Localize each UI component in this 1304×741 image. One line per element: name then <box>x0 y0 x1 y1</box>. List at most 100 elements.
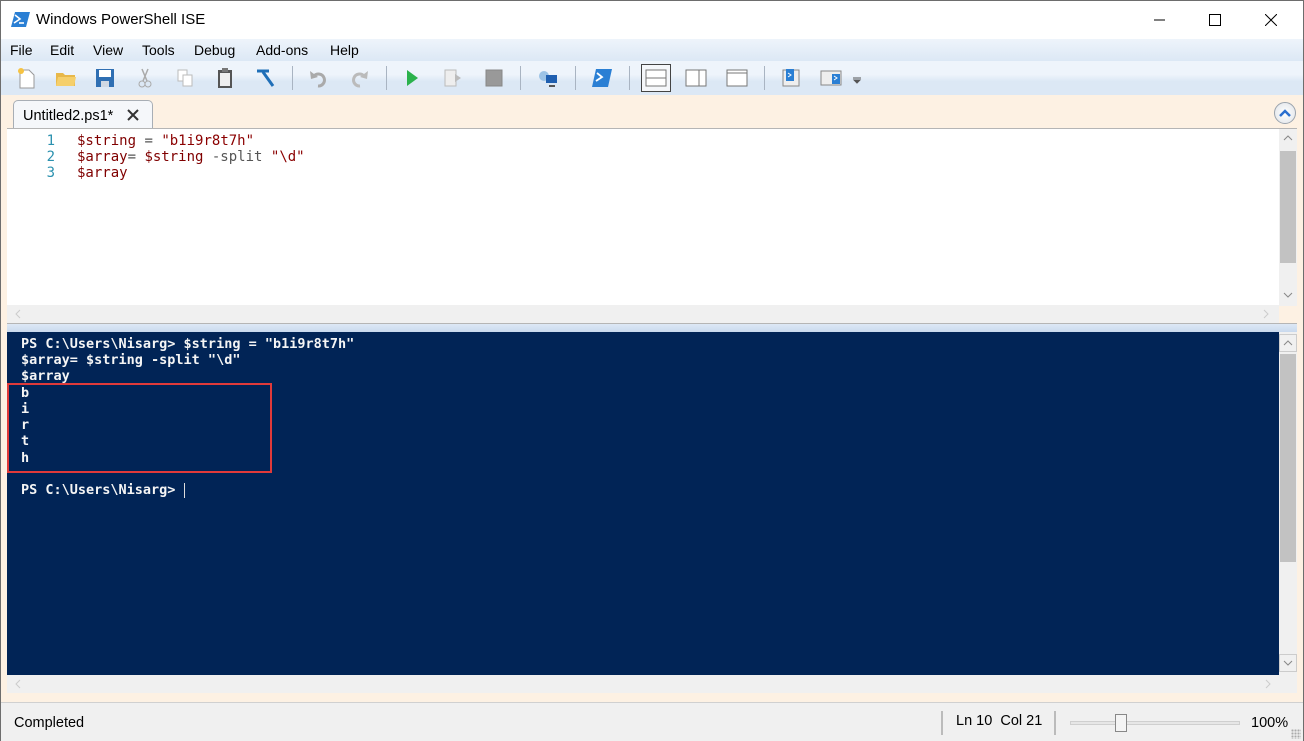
toolbar-separator <box>520 66 521 90</box>
output-highlight-box <box>7 383 272 473</box>
show-script-pane-right-button[interactable] <box>683 65 709 91</box>
close-icon <box>1265 14 1277 26</box>
run-selection-button[interactable] <box>440 65 466 91</box>
new-remote-powershell-tab-button[interactable] <box>535 65 561 91</box>
script-pane-icon <box>782 69 800 87</box>
menu-help[interactable]: Help <box>330 42 359 58</box>
scissors-icon <box>138 68 152 88</box>
resize-grip[interactable] <box>1291 729 1301 739</box>
redo-icon <box>352 71 368 88</box>
copy-button[interactable] <box>172 65 198 91</box>
editor-horizontal-scrollbar[interactable] <box>7 305 1279 323</box>
line-number: 3 <box>46 165 55 181</box>
overflow-chevron-icon <box>852 77 862 84</box>
collapse-script-pane-button[interactable] <box>1274 102 1296 124</box>
close-button[interactable] <box>1248 1 1294 39</box>
tab-close-button[interactable] <box>125 107 141 123</box>
scroll-down-arrow[interactable] <box>1279 286 1297 304</box>
start-powershell-button[interactable] <box>589 65 615 91</box>
zoom-slider[interactable] <box>1070 714 1240 732</box>
console-line: $array <box>21 368 70 384</box>
menu-view[interactable]: View <box>93 42 123 58</box>
scroll-down-arrow[interactable] <box>1279 654 1297 672</box>
layout-top-icon <box>645 69 667 87</box>
redo-button[interactable] <box>346 65 372 91</box>
remote-computer-icon <box>539 71 557 87</box>
chevron-down-icon <box>1283 660 1293 666</box>
stop-button[interactable] <box>481 65 507 91</box>
new-script-button[interactable] <box>13 65 39 91</box>
scroll-thumb[interactable] <box>1280 151 1296 263</box>
console-line: PS C:\Users\Nisarg> $string = "b1i9r8t7h… <box>21 336 355 352</box>
toolbar-separator <box>764 66 765 90</box>
status-separator <box>1054 711 1056 735</box>
line-number: 1 <box>46 133 55 149</box>
close-icon <box>127 109 139 121</box>
toolbar-separator <box>629 66 630 90</box>
save-icon <box>96 69 114 87</box>
title-bar: Windows PowerShell ISE <box>1 1 1303 39</box>
console-prompt: PS C:\Users\Nisarg> <box>21 482 184 498</box>
status-separator <box>941 711 943 735</box>
stop-icon <box>485 69 503 87</box>
code-line: $string = "b1i9r8t7h" <box>77 133 254 149</box>
run-script-button[interactable] <box>399 65 425 91</box>
menu-file[interactable]: File <box>10 42 33 58</box>
script-tab-strip: Untitled2.ps1* <box>1 95 1303 130</box>
console-vertical-scrollbar[interactable] <box>1279 332 1297 675</box>
menu-debug[interactable]: Debug <box>194 42 235 58</box>
show-command-addon-button[interactable] <box>818 65 844 91</box>
maximize-icon <box>1209 14 1221 26</box>
tab-untitled2[interactable]: Untitled2.ps1* <box>13 100 153 130</box>
tab-label: Untitled2.ps1* <box>23 108 114 124</box>
zoom-level: 100% <box>1251 715 1289 731</box>
toolbar-separator <box>386 66 387 90</box>
code-string: "b1i9r8t7h" <box>161 133 255 149</box>
console-horizontal-scrollbar[interactable] <box>7 675 1297 693</box>
window-title: Windows PowerShell ISE <box>36 11 206 28</box>
editor-vertical-scrollbar[interactable] <box>1279 129 1297 306</box>
menu-add-ons[interactable]: Add-ons <box>256 42 308 58</box>
toolbar-overflow-button[interactable] <box>849 65 865 91</box>
show-script-pane-maximized-button[interactable] <box>724 65 750 91</box>
console-prompt-line: PS C:\Users\Nisarg> <box>21 482 185 498</box>
cut-button[interactable] <box>132 65 158 91</box>
status-bar: Completed Ln 10 Col 21 100% <box>1 702 1303 741</box>
clear-console-button[interactable] <box>252 65 278 91</box>
run-icon <box>407 70 418 86</box>
scroll-up-arrow[interactable] <box>1279 129 1297 147</box>
code-line: $array= $string -split "\d" <box>77 149 305 165</box>
chevron-right-icon <box>1263 309 1269 319</box>
code-variable: $array <box>77 165 128 181</box>
text-cursor <box>183 482 185 498</box>
show-script-pane-button[interactable] <box>778 65 804 91</box>
toolbar-separator <box>575 66 576 90</box>
code-variable: $string <box>77 133 137 149</box>
pane-splitter[interactable] <box>7 323 1297 332</box>
new-file-icon <box>18 68 35 89</box>
chevron-left-icon <box>15 679 21 689</box>
line-number: 2 <box>46 149 55 165</box>
script-editor[interactable]: 1 $string = "b1i9r8t7h" 2 $array= $strin… <box>7 128 1297 306</box>
run-selection-icon <box>444 69 461 87</box>
code-string: "\d" <box>270 149 305 165</box>
powershell-ise-window: Windows PowerShell ISE File Edit View To… <box>0 0 1304 741</box>
toolbar <box>1 61 1303 95</box>
menu-tools[interactable]: Tools <box>142 42 175 58</box>
maximize-button[interactable] <box>1192 1 1238 39</box>
powershell-app-icon <box>11 11 31 28</box>
menu-edit[interactable]: Edit <box>50 42 74 58</box>
save-button[interactable] <box>92 65 118 91</box>
minimize-button[interactable] <box>1137 1 1183 39</box>
console-pane[interactable]: PS C:\Users\Nisarg> $string = "b1i9r8t7h… <box>7 332 1297 675</box>
show-script-pane-top-button[interactable] <box>641 64 671 92</box>
chevron-up-icon <box>1279 109 1291 117</box>
paste-button[interactable] <box>212 65 238 91</box>
chevron-up-icon <box>1283 135 1293 141</box>
zoom-slider-thumb[interactable] <box>1115 714 1128 732</box>
scroll-up-arrow[interactable] <box>1279 334 1297 352</box>
scroll-thumb[interactable] <box>1280 354 1296 562</box>
undo-button[interactable] <box>306 65 332 91</box>
cursor-position: Ln 10 Col 21 <box>956 713 1043 729</box>
open-button[interactable] <box>53 65 79 91</box>
